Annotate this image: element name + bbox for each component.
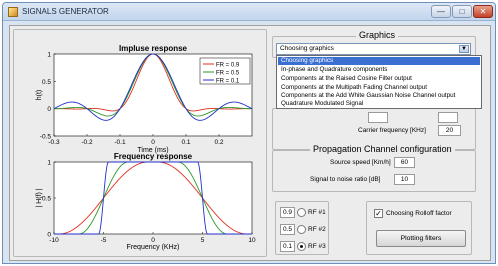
x-tick-label: 5: [201, 237, 205, 244]
rf1-radio[interactable]: [297, 208, 306, 217]
x-tick-label: 0: [151, 139, 155, 146]
graphics-option[interactable]: Components at the Add White Gaussian Noi…: [278, 92, 480, 100]
y-tick-label: 0: [47, 106, 51, 113]
plotting-filters-button[interactable]: Plotting filters: [376, 230, 466, 247]
x-tick-label: 0.1: [181, 139, 190, 146]
rolloff-checkbox[interactable]: ✓: [374, 209, 383, 218]
x-tick-label: 0: [151, 237, 155, 244]
impulse-chart: Impluse response Time (ms) h(t) -0.3 -0.2…: [36, 44, 253, 154]
propagation-panel: [272, 150, 476, 192]
x-tick-label: -0.1: [114, 139, 126, 146]
legend-label: FR = 0.9: [216, 62, 240, 68]
impulse-title: Impluse response: [119, 44, 188, 53]
snr-label: Signal to noise ratio [dB]: [310, 176, 381, 183]
app-icon: [8, 7, 18, 17]
source-speed-input[interactable]: 60: [394, 157, 415, 168]
rolloff-value-input-3[interactable]: 0.1: [280, 241, 295, 252]
rf3-radio[interactable]: [297, 242, 306, 251]
rolloff-checkbox-label: Choosing Rolloff factor: [386, 210, 452, 217]
client-area: Impluse response Time (ms) h(t) -0.3 -0.2…: [9, 25, 491, 261]
graphics-select[interactable]: Choosing graphics ▼: [276, 43, 471, 55]
graphics-option[interactable]: Quadrature Modulated Signal: [278, 100, 480, 108]
rf2-label: RF #2: [308, 226, 326, 233]
rolloff-value-input-2[interactable]: 0.5: [280, 224, 295, 235]
rolloff-value-input-1[interactable]: 0.9: [280, 207, 295, 218]
graphics-option[interactable]: Choosing graphics: [278, 57, 480, 65]
modulation-field-2[interactable]: [438, 112, 458, 123]
minimize-button[interactable]: —: [431, 5, 451, 18]
app-window: SIGNALS GENERATOR — □ ✕ Impluse response…: [2, 2, 496, 264]
rf3-label: RF #3: [308, 243, 326, 250]
impulse-ylabel: h(t): [36, 90, 43, 101]
graphics-panel-title: Graphics: [356, 30, 399, 40]
rf1-label: RF #1: [308, 209, 326, 216]
x-tick-label: -5: [101, 237, 107, 244]
carrier-frequency-label: Carrier frequency [KHz]: [358, 127, 426, 134]
title-bar: SIGNALS GENERATOR — □ ✕: [3, 3, 495, 21]
x-tick-label: 0.2: [214, 139, 223, 146]
impulse-legend: FR = 0.9 FR = 0.5 FR = 0.1: [199, 57, 251, 84]
legend-label: FR = 0.1: [216, 78, 240, 84]
chevron-down-icon[interactable]: ▼: [459, 45, 469, 53]
x-tick-label: -0.2: [81, 139, 93, 146]
graphics-option[interactable]: Components at the Raised Cosine Filter o…: [278, 75, 480, 83]
y-tick-label: 0: [47, 232, 51, 239]
carrier-frequency-input[interactable]: 20: [438, 125, 461, 136]
x-tick-label: 10: [248, 237, 256, 244]
graphics-option[interactable]: In-phase and Quadrature components: [278, 66, 480, 74]
propagation-panel-title: Propagation Channel configuration: [310, 144, 455, 154]
y-tick-label: 0.5: [42, 79, 51, 86]
frequency-title: Frequency response: [114, 152, 193, 161]
graphics-option[interactable]: Components at the Multipath Fading Chann…: [278, 84, 480, 92]
legend-label: FR = 0.5: [216, 70, 240, 76]
modulation-field-1[interactable]: [368, 112, 388, 123]
source-speed-label: Source speed [Km/h]: [330, 159, 391, 166]
maximize-button[interactable]: □: [452, 5, 472, 18]
window-title: SIGNALS GENERATOR: [22, 7, 109, 16]
y-tick-label: 1: [47, 160, 51, 167]
graphics-select-value: Choosing graphics: [280, 45, 334, 52]
close-button[interactable]: ✕: [473, 5, 493, 18]
rf2-radio[interactable]: [297, 225, 306, 234]
y-tick-label: 0.5: [42, 196, 51, 203]
snr-input[interactable]: 10: [394, 174, 415, 185]
y-tick-label: -0.5: [40, 134, 52, 141]
frequency-xlabel: Frequency (KHz): [127, 244, 180, 251]
frequency-chart: Frequency response Frequency (KHz) | H(f…: [36, 152, 256, 251]
graphics-options-list: Choosing graphics In-phase and Quadratur…: [276, 55, 482, 109]
frequency-axes: [53, 161, 253, 235]
y-tick-label: 1: [47, 52, 51, 59]
